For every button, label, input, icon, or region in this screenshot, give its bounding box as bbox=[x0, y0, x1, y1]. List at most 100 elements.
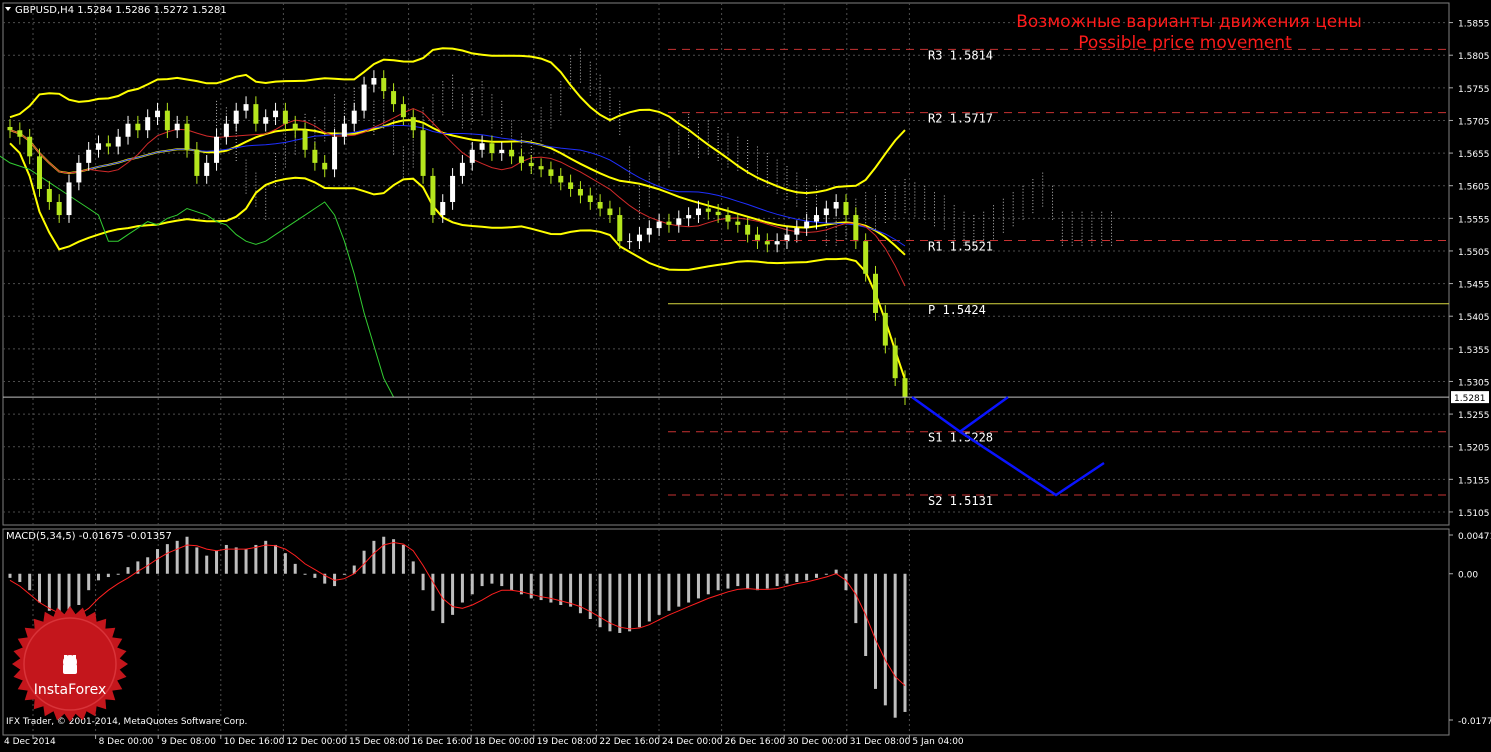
price-axis: 1.5855 1.5805 1.5755 1.5705 1.5655 1.5605 1.55… bbox=[1449, 20, 1490, 519]
macd-bar bbox=[195, 547, 199, 574]
candle-body bbox=[322, 162, 328, 170]
macd-tick-label: -0.01778 bbox=[1458, 717, 1491, 727]
logo-text: InstaForex bbox=[34, 682, 107, 698]
time-tick-label: 22 Dec 16:00 bbox=[599, 737, 660, 747]
candle-body bbox=[794, 228, 800, 235]
chart-menu-triangle-icon[interactable] bbox=[5, 7, 11, 11]
bollinger-lower-line bbox=[9, 142, 906, 380]
macd-bar bbox=[28, 573, 32, 591]
macd-bar bbox=[264, 540, 268, 574]
price-tick-label: 1.5605 bbox=[1458, 183, 1490, 193]
candle-body bbox=[568, 182, 574, 189]
candle-body bbox=[764, 241, 770, 245]
macd-signal-line bbox=[9, 541, 906, 686]
candle-body bbox=[538, 166, 544, 170]
candle-body bbox=[155, 110, 161, 118]
candle-body bbox=[381, 78, 387, 92]
candle-body bbox=[174, 123, 180, 131]
time-tick-label: 31 Dec 08:00 bbox=[850, 737, 911, 747]
price-tick-label: 1.5305 bbox=[1458, 378, 1490, 388]
candle-body bbox=[705, 208, 711, 212]
candle-body bbox=[577, 188, 583, 196]
macd-bar bbox=[205, 555, 209, 574]
price-tick-label: 1.5205 bbox=[1458, 444, 1490, 454]
candle-body bbox=[686, 215, 692, 219]
candle-body bbox=[46, 188, 52, 203]
price-tick-label: 1.5155 bbox=[1458, 476, 1490, 486]
candle-body bbox=[312, 149, 318, 163]
macd-bar bbox=[38, 573, 42, 603]
bollinger-middle-line bbox=[9, 119, 906, 256]
candle-body bbox=[479, 143, 485, 150]
tenkan-line bbox=[9, 107, 906, 287]
macd-bar bbox=[87, 573, 91, 591]
candle-body bbox=[695, 208, 701, 216]
instaforex-logo: InstaForex bbox=[12, 606, 128, 722]
candle-body bbox=[263, 117, 269, 124]
price-tick-label: 1.5405 bbox=[1458, 313, 1490, 323]
time-tick-label: 30 Dec 00:00 bbox=[787, 737, 848, 747]
candle-body bbox=[843, 202, 849, 216]
copyright-text: IFX Trader, © 2001-2014, MetaQuotes Soft… bbox=[6, 717, 247, 727]
macd-bar bbox=[765, 573, 769, 589]
level-p-label: P 1.5424 bbox=[928, 303, 986, 317]
macd-bar bbox=[18, 573, 22, 582]
candle-body bbox=[548, 169, 554, 176]
candle-body bbox=[745, 224, 751, 235]
macd-bar bbox=[834, 569, 838, 574]
candle-body bbox=[666, 221, 672, 225]
candle-body bbox=[302, 130, 308, 150]
price-tick-label: 1.5105 bbox=[1458, 509, 1490, 519]
time-tick-label: 24 Dec 00:00 bbox=[662, 737, 723, 747]
macd-info: MACD(5,34,5) -0.01675 -0.01357 bbox=[6, 531, 172, 542]
time-tick-label: 26 Dec 16:00 bbox=[725, 737, 786, 747]
macd-bar bbox=[805, 573, 809, 581]
macd-bar bbox=[470, 573, 474, 595]
macd-bar bbox=[372, 540, 376, 574]
candle-body bbox=[194, 149, 200, 176]
macd-axis: 0.00471 0.00 -0.01778 bbox=[1449, 532, 1491, 727]
candle-body bbox=[56, 202, 62, 216]
time-tick-label: 9 Dec 08:00 bbox=[161, 737, 216, 747]
time-tick-label: 12 Dec 00:00 bbox=[286, 737, 347, 747]
candle-body bbox=[872, 273, 878, 313]
macd-bar bbox=[726, 573, 730, 589]
indicator-lines bbox=[0, 47, 906, 398]
candle-body bbox=[292, 123, 298, 131]
candle-body bbox=[863, 241, 869, 274]
macd-bar bbox=[401, 544, 405, 574]
price-tick-label: 1.5555 bbox=[1458, 215, 1490, 225]
candle-body bbox=[391, 91, 397, 105]
candle-body bbox=[646, 228, 652, 235]
candle-body bbox=[420, 130, 426, 176]
candle-body bbox=[223, 123, 229, 137]
logo-lion-icon bbox=[63, 655, 77, 674]
macd-bar bbox=[460, 573, 464, 603]
macd-bar bbox=[244, 549, 248, 574]
macd-bar bbox=[185, 536, 189, 574]
macd-bar bbox=[126, 567, 130, 574]
candle-body bbox=[17, 130, 23, 137]
macd-histogram bbox=[8, 536, 907, 718]
macd-bar bbox=[903, 573, 907, 712]
symbol-info: GBPUSD,H4 1.5284 1.5286 1.5272 1.5281 bbox=[15, 5, 227, 16]
candle-body bbox=[528, 162, 534, 167]
candle-body bbox=[233, 110, 239, 124]
candle-body bbox=[243, 104, 249, 111]
watermark-en: Possible price movement bbox=[1078, 33, 1292, 53]
macd-bar bbox=[755, 573, 759, 591]
candle-body bbox=[509, 149, 515, 157]
candle-body bbox=[351, 110, 357, 124]
candle-body bbox=[371, 78, 377, 85]
candle-body bbox=[273, 110, 279, 118]
macd-bar bbox=[706, 573, 710, 595]
macd-tick-label: 0.00471 bbox=[1458, 532, 1491, 542]
macd-bar bbox=[824, 573, 828, 575]
candle-body bbox=[459, 162, 465, 176]
macd-bar bbox=[785, 573, 789, 584]
time-tick-label: 15 Dec 08:00 bbox=[349, 737, 410, 747]
candle-body bbox=[96, 143, 102, 150]
price-tick-label: 1.5355 bbox=[1458, 346, 1490, 356]
candle-body bbox=[450, 175, 456, 203]
macd-bar bbox=[814, 573, 818, 578]
